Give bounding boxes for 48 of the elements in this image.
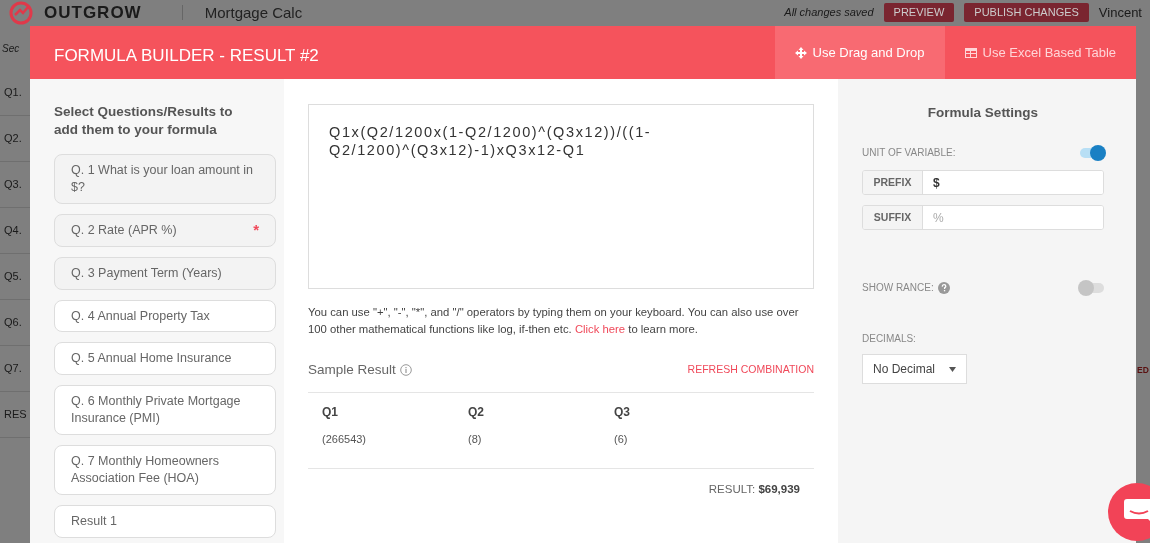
project-title: Mortgage Calc bbox=[181, 5, 303, 20]
help-text: You can use "+", "-", "*", and "/" operators by typing them on your keyboard. You can also use over 100 other mathematical functions like log, if-then etc. Click here to learn more. bbox=[308, 305, 800, 337]
table-cell-text: (266543) bbox=[322, 432, 368, 448]
table-cell-text: (6) bbox=[614, 432, 629, 448]
question-chip[interactable]: Q. 6 Monthly Private Mortgage Insurance (PMI) bbox=[54, 385, 276, 436]
question-chip[interactable]: Q. 4 Annual Property Tax bbox=[54, 299, 276, 333]
caret-icon bbox=[949, 366, 956, 372]
addon-label: PREFIX bbox=[863, 171, 923, 195]
table-cell-text: (8) bbox=[468, 432, 483, 448]
decimals-label: DECIMALS: bbox=[862, 332, 917, 347]
addon-label: SUFFIX bbox=[863, 206, 923, 230]
toggle-switch[interactable] bbox=[1080, 282, 1104, 293]
input-group[interactable]: SUFFIX % bbox=[862, 205, 1104, 231]
help-link[interactable]: Click here bbox=[574, 322, 626, 335]
save-status: All changes saved bbox=[784, 5, 874, 21]
unit-label: UNIT OF VARIABLE: bbox=[862, 146, 956, 161]
formula-field[interactable]: Q1x(Q2/1200x(1-Q2/1200)^(Q3x12))/((1-Q2/1200)^(Q3x12)-1)xQ3x12-Q1 bbox=[308, 104, 814, 289]
refresh-link[interactable]: REFRESH COMBINATION bbox=[687, 362, 814, 378]
question-chip[interactable]: Q. 1 What is your loan amount in $? bbox=[54, 154, 276, 204]
move-icon bbox=[794, 46, 807, 59]
result-text: RESULT: $69,939 bbox=[708, 482, 800, 495]
required-mark: * bbox=[253, 221, 259, 239]
decimals-dropdown[interactable]: No Decimal bbox=[862, 354, 967, 385]
section-label: Sec bbox=[1, 42, 21, 56]
header-button[interactable]: PUBLISH CHANGES bbox=[964, 3, 1089, 22]
range-label: SHOW RANCE: bbox=[862, 281, 934, 296]
logo-text: OUTGROW bbox=[44, 4, 142, 21]
help-icon[interactable] bbox=[937, 281, 950, 294]
info-icon bbox=[399, 364, 412, 376]
toggle-switch[interactable] bbox=[1080, 147, 1104, 158]
input-group[interactable]: PREFIX $ bbox=[862, 170, 1104, 196]
picker-heading: Select Questions/Results to add them to your formula bbox=[54, 103, 234, 139]
question-chip[interactable]: Q. 5 Annual Home Insurance bbox=[54, 342, 276, 376]
column-header: Q3 bbox=[614, 404, 631, 422]
question-chip[interactable]: Result 1 bbox=[54, 504, 276, 538]
header-button[interactable]: PREVIEW bbox=[883, 3, 955, 22]
column-header: Q1 bbox=[322, 404, 339, 422]
question-chip[interactable]: Q. 2 Rate (APR %) * bbox=[54, 213, 276, 247]
table-icon bbox=[964, 46, 977, 59]
logo-icon bbox=[8, 0, 34, 26]
user-name[interactable]: Vincent bbox=[1098, 6, 1142, 19]
column-header: Q2 bbox=[468, 404, 485, 422]
modal-title: FORMULA BUILDER - RESULT #2 bbox=[53, 45, 320, 67]
settings-title: Formula Settings bbox=[926, 104, 1040, 122]
question-chip[interactable]: Q. 3 Payment Term (Years) bbox=[54, 256, 276, 290]
sample-title: Sample Result bbox=[308, 360, 396, 379]
question-chip[interactable]: Q. 7 Monthly Homeowners Association Fee (HOA) bbox=[54, 445, 276, 495]
side-tag: ED bbox=[1137, 364, 1149, 377]
